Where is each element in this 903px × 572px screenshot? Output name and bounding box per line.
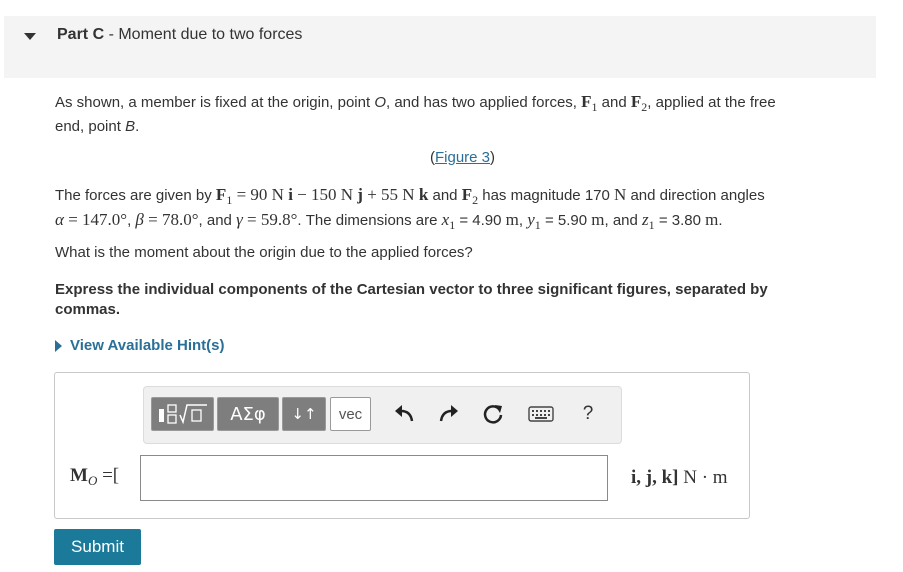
- moment-label: MO =[: [70, 465, 120, 489]
- undo-icon[interactable]: [389, 399, 419, 429]
- math-toolbar: ΑΣφ ↓↑ vec ?: [143, 386, 622, 444]
- help-icon[interactable]: ?: [573, 399, 603, 429]
- greek-symbols-button[interactable]: ΑΣφ: [217, 397, 279, 431]
- forces-paragraph: The forces are given by F1 = 90 N i − 15…: [55, 185, 765, 232]
- collapse-caret-icon[interactable]: [24, 33, 36, 40]
- part-title: Part C - Moment due to two forces: [57, 26, 303, 43]
- view-hints-link[interactable]: View Available Hint(s): [55, 337, 225, 354]
- figure-link[interactable]: Figure 3: [435, 149, 490, 166]
- intro-paragraph: As shown, a member is fixed at the origi…: [55, 92, 776, 135]
- templates-button[interactable]: [151, 397, 214, 431]
- moment-answer-input[interactable]: [140, 455, 608, 501]
- question-text: What is the moment about the origin due …: [55, 244, 473, 261]
- submit-button[interactable]: Submit: [54, 529, 141, 565]
- redo-icon[interactable]: [434, 399, 464, 429]
- arrows-button[interactable]: ↓↑: [282, 397, 326, 431]
- templates-icon: [158, 404, 207, 425]
- vector-button[interactable]: vec: [330, 397, 371, 431]
- expand-triangle-icon: [55, 339, 62, 352]
- figure-link-wrapper: (Figure 3): [430, 149, 496, 166]
- keyboard-icon[interactable]: [526, 399, 556, 429]
- units-label: i, j, k] N · m: [631, 467, 728, 488]
- instruction-text: Express the individual components of the…: [55, 281, 768, 318]
- reset-icon[interactable]: [478, 399, 508, 429]
